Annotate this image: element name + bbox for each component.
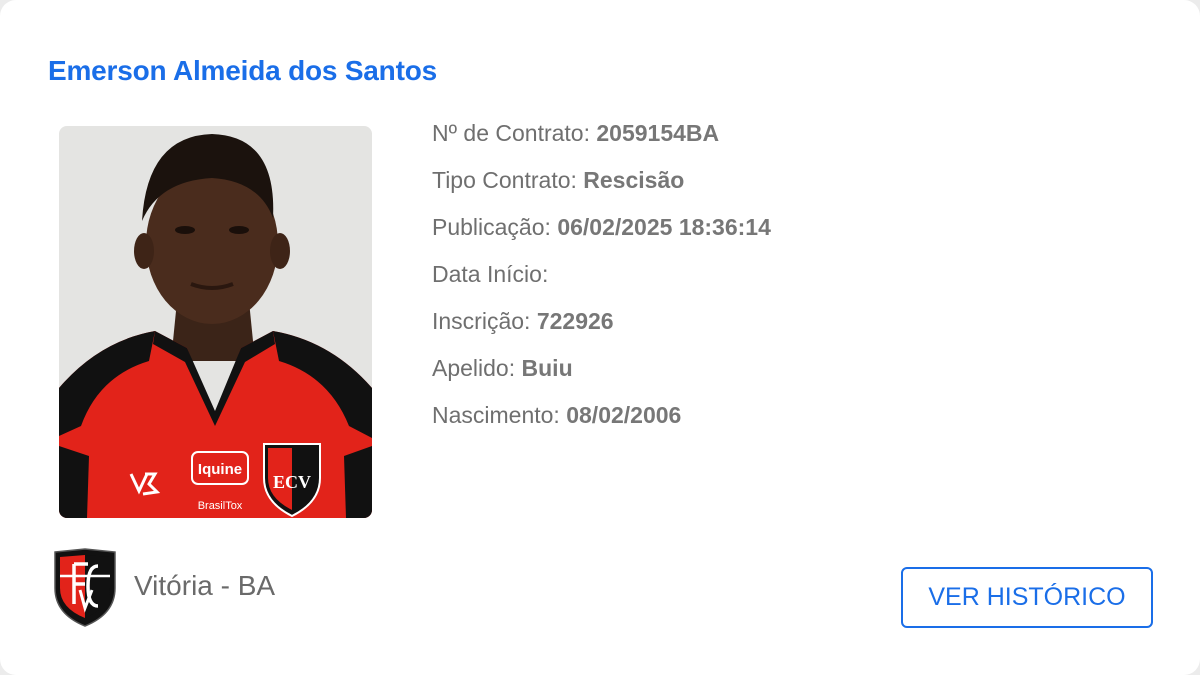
player-name[interactable]: Emerson Almeida dos Santos: [48, 52, 437, 90]
detail-value: 06/02/2025 18:36:14: [557, 214, 771, 240]
detail-publication: Publicação: 06/02/2025 18:36:14: [432, 208, 771, 255]
detail-label: Nascimento:: [432, 402, 560, 428]
player-card: Emerson Almeida dos Santos Iquine Brasil…: [0, 0, 1200, 675]
player-photo: Iquine BrasilTox ECV: [59, 126, 372, 518]
view-history-button[interactable]: VER HISTÓRICO: [901, 567, 1153, 628]
detail-value: Buiu: [521, 355, 573, 381]
detail-label: Tipo Contrato:: [432, 167, 577, 193]
detail-contract-number: Nº de Contrato: 2059154BA: [432, 114, 771, 161]
detail-registration: Inscrição: 722926: [432, 302, 771, 349]
club-name[interactable]: Vitória - BA: [134, 570, 275, 602]
detail-value: 08/02/2006: [566, 402, 682, 428]
club-info: Vitória - BA: [52, 548, 275, 628]
shirt-small-sponsor: BrasilTox: [198, 500, 243, 512]
detail-value: 2059154BA: [596, 120, 720, 146]
contract-details: Nº de Contrato: 2059154BA Tipo Contrato:…: [432, 114, 771, 443]
detail-birth-date: Nascimento: 08/02/2006: [432, 396, 771, 443]
detail-value: 722926: [536, 308, 614, 334]
detail-contract-type: Tipo Contrato: Rescisão: [432, 161, 771, 208]
vitoria-crest-icon: [54, 548, 116, 627]
detail-label: Publicação:: [432, 214, 551, 240]
shirt-crest-letters: ECV: [273, 472, 311, 492]
detail-value: Rescisão: [583, 167, 685, 193]
shirt-sponsor: Iquine: [198, 461, 242, 478]
detail-label: Inscrição:: [432, 308, 531, 334]
detail-label: Apelido:: [432, 355, 516, 381]
detail-label: Data Início:: [432, 261, 549, 287]
detail-label: Nº de Contrato:: [432, 120, 590, 146]
detail-start-date: Data Início:: [432, 255, 771, 302]
detail-nickname: Apelido: Buiu: [432, 349, 771, 396]
